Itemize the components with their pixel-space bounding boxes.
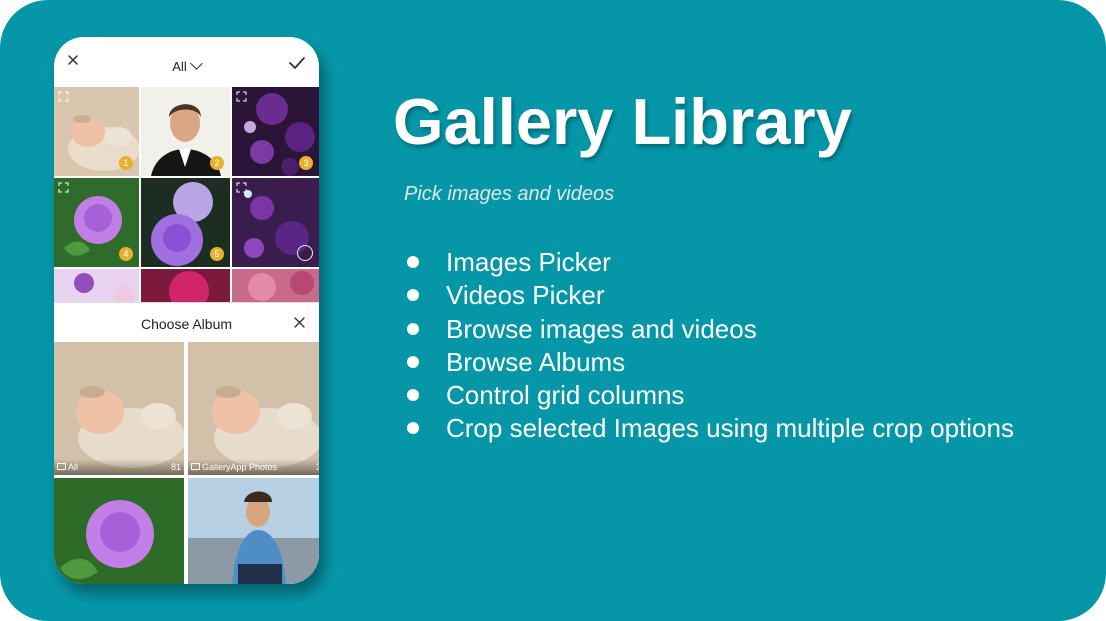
picker-toolbar: All xyxy=(54,37,319,87)
bullet-icon xyxy=(407,256,419,268)
phone-mockup: All 1 2 3 4 5 Choose Album All 81 Galler… xyxy=(54,37,319,584)
media-thumbnail[interactable]: 5 xyxy=(141,178,230,267)
media-thumbnail[interactable] xyxy=(232,178,319,267)
promo-banner: All 1 2 3 4 5 Choose Album All 81 Galler… xyxy=(0,0,1106,621)
media-thumbnail[interactable]: 4 xyxy=(54,178,139,267)
expand-icon[interactable] xyxy=(58,91,69,102)
media-thumbnail[interactable]: 3 xyxy=(232,87,319,176)
album-filter-dropdown[interactable]: All xyxy=(54,57,319,74)
album-grid: All 81 GalleryApp Photos 3 xyxy=(54,342,319,584)
selection-badge: 2 xyxy=(210,156,224,170)
folder-icon xyxy=(191,463,200,470)
feature-label: Browse Albums xyxy=(446,346,626,377)
album-tile[interactable] xyxy=(54,478,184,584)
feature-item: Videos Picker xyxy=(405,279,1014,312)
media-thumbnail[interactable] xyxy=(232,269,319,302)
feature-label: Browse images and videos xyxy=(446,313,757,344)
selection-circle[interactable] xyxy=(297,245,313,261)
feature-label: Videos Picker xyxy=(446,280,605,311)
close-icon[interactable] xyxy=(294,317,305,328)
expand-icon[interactable] xyxy=(58,182,69,193)
album-count: 81 xyxy=(170,462,181,472)
expand-icon[interactable] xyxy=(236,182,247,193)
media-thumbnail[interactable] xyxy=(54,269,139,302)
album-tile[interactable]: All 81 xyxy=(54,342,184,475)
feature-label: Crop selected Images using multiple crop… xyxy=(446,413,1014,444)
media-thumbnail[interactable] xyxy=(141,269,230,302)
bullet-icon xyxy=(407,422,419,435)
album-tile[interactable] xyxy=(188,478,319,584)
album-tile[interactable]: GalleryApp Photos 3 xyxy=(188,342,319,475)
feature-item: Browse Albums xyxy=(405,346,1014,379)
feature-item: Crop selected Images using multiple crop… xyxy=(405,412,1014,445)
feature-item: Images Picker xyxy=(405,246,1014,279)
feature-list: Images Picker Videos Picker Browse image… xyxy=(405,246,1014,446)
feature-label: Images Picker xyxy=(446,247,611,277)
album-count: 3 xyxy=(315,462,319,472)
album-name: GalleryApp Photos xyxy=(202,462,278,472)
selection-badge: 5 xyxy=(210,247,224,261)
bullet-icon xyxy=(407,389,419,402)
folder-icon xyxy=(57,463,66,470)
expand-icon[interactable] xyxy=(236,91,247,102)
album-sheet-header: Choose Album xyxy=(54,302,319,343)
page-title: Gallery Library xyxy=(393,85,852,158)
album-sheet-title: Choose Album xyxy=(140,316,233,332)
bullet-icon xyxy=(407,322,419,335)
bullet-icon xyxy=(407,289,419,302)
feature-item: Browse images and videos xyxy=(405,313,1014,346)
album-filter-label: All xyxy=(172,59,187,74)
bullet-icon xyxy=(407,355,419,368)
feature-label: Control grid columns xyxy=(446,380,685,411)
media-grid: 1 2 3 4 5 xyxy=(54,87,319,302)
album-caption: All 81 xyxy=(54,459,184,475)
media-thumbnail[interactable]: 2 xyxy=(141,87,230,176)
album-caption: GalleryApp Photos 3 xyxy=(188,459,319,475)
selection-badge: 3 xyxy=(299,156,313,170)
media-thumbnail[interactable]: 1 xyxy=(54,87,139,176)
selection-badge: 1 xyxy=(119,156,133,170)
chevron-down-icon xyxy=(189,57,203,70)
page-subtitle: Pick images and videos xyxy=(404,183,615,205)
feature-item: Control grid columns xyxy=(405,379,1014,412)
check-icon[interactable] xyxy=(289,57,305,69)
selection-badge: 4 xyxy=(119,247,133,261)
album-name: All xyxy=(68,462,79,472)
